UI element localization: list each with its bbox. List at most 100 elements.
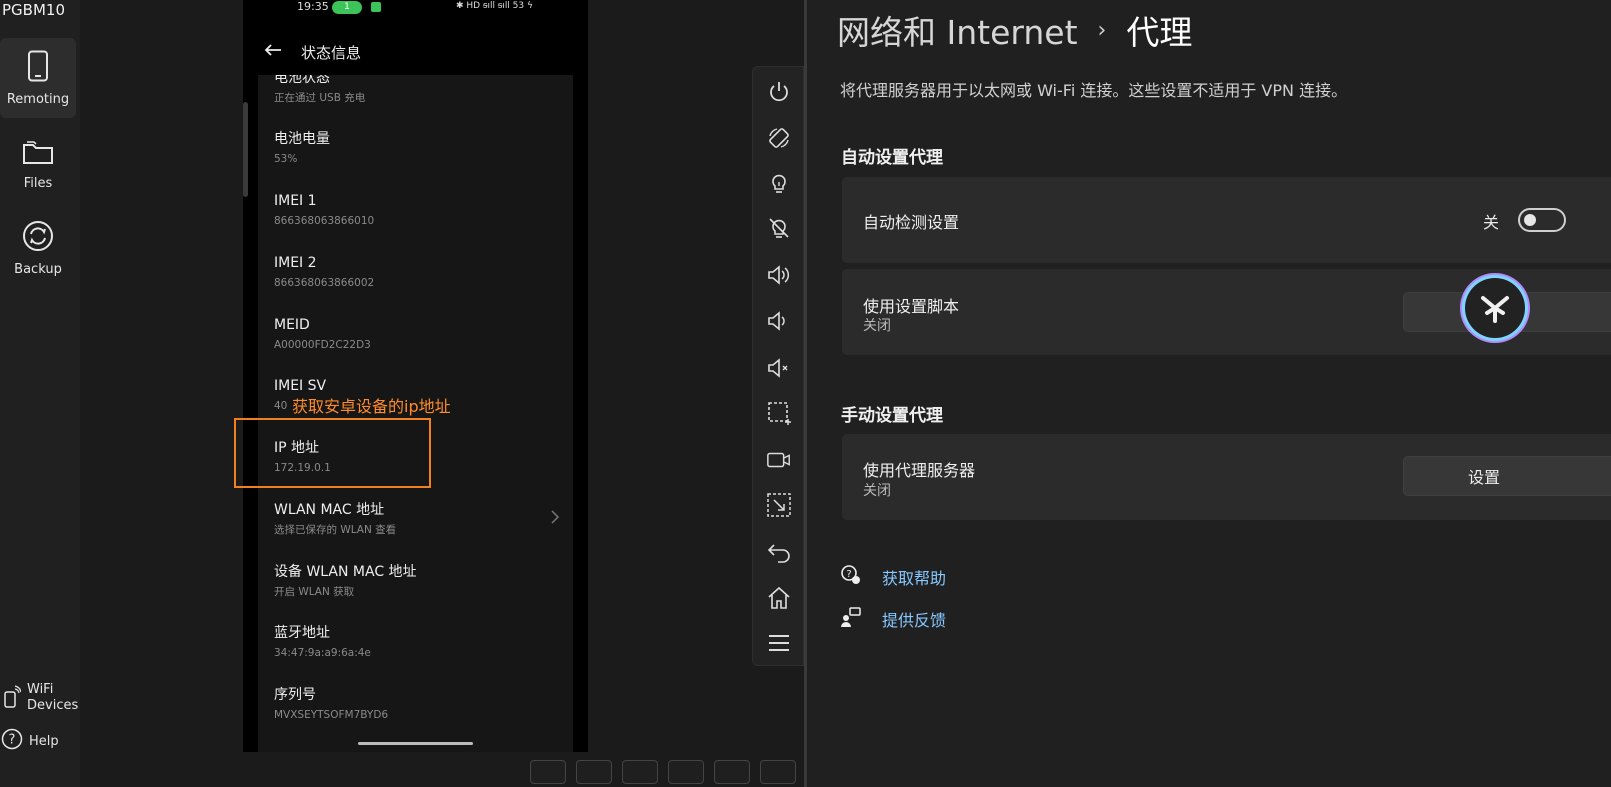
status-right-icons: ✱ HD ᵴıll ᵴıll 53 ϟ bbox=[456, 1, 533, 11]
menu-icon[interactable] bbox=[766, 630, 792, 656]
item-value: 866368063866002 bbox=[274, 277, 375, 289]
volume-down-icon[interactable] bbox=[766, 308, 792, 334]
help-icon: ? bbox=[1, 728, 23, 754]
breadcrumb-parent[interactable]: 网络和 Internet bbox=[837, 6, 1078, 54]
list-item-bluetooth[interactable]: 蓝牙地址 34:47:9a:a9:6a:4e bbox=[274, 623, 371, 660]
phone-header: 状态信息 bbox=[243, 30, 588, 74]
list-item-imei2[interactable]: IMEI 2 866368063866002 bbox=[274, 253, 374, 290]
volume-up-icon[interactable] bbox=[766, 262, 792, 288]
nav-backup-label: Backup bbox=[14, 261, 62, 277]
item-value: 正在通过 USB 充电 bbox=[274, 92, 366, 104]
nav-remoting-label: Remoting bbox=[6, 91, 70, 107]
breadcrumb-separator: › bbox=[1097, 17, 1107, 43]
nav-backup[interactable]: Backup bbox=[0, 208, 76, 288]
feedback-link[interactable]: 提供反馈 bbox=[840, 606, 946, 632]
item-label: 电池状态 bbox=[274, 75, 330, 86]
notification-icon bbox=[371, 2, 381, 12]
item-value: 866368063866010 bbox=[274, 215, 375, 227]
get-help-text[interactable]: 获取帮助 bbox=[882, 565, 946, 589]
taskbar-item[interactable] bbox=[714, 760, 750, 784]
wifi-device-icon bbox=[3, 684, 22, 712]
taskbar-item[interactable] bbox=[576, 760, 612, 784]
folder-icon bbox=[22, 138, 54, 170]
annotation-highlight-box bbox=[234, 418, 431, 488]
feedback-text[interactable]: 提供反馈 bbox=[882, 607, 946, 631]
app-sidebar: PGBM10 Remoting Files Backup WiFi Device… bbox=[0, 0, 80, 787]
item-label: 序列号 bbox=[274, 687, 316, 703]
screenshot-region-icon[interactable] bbox=[766, 400, 792, 426]
power-icon[interactable] bbox=[766, 79, 792, 105]
scrollbar[interactable] bbox=[243, 102, 248, 197]
sync-icon bbox=[22, 220, 54, 256]
device-name: PGBM10 bbox=[2, 1, 65, 19]
nav-help-label: Help bbox=[29, 733, 59, 749]
nav-remoting[interactable]: Remoting bbox=[0, 38, 76, 118]
phone-icon bbox=[27, 50, 49, 86]
item-label: WLAN MAC 地址 bbox=[274, 502, 385, 518]
breadcrumb: 网络和 Internet › 代理 bbox=[837, 6, 1192, 54]
remote-control-toolbar bbox=[752, 66, 804, 666]
page-title: 代理 bbox=[1126, 13, 1193, 52]
rotate-icon[interactable] bbox=[766, 125, 792, 151]
help-chat-icon: ? bbox=[840, 564, 862, 590]
taskbar-item[interactable] bbox=[622, 760, 658, 784]
call-badge: 1 bbox=[332, 1, 362, 14]
nav-wifi-devices[interactable]: WiFi Devices bbox=[0, 682, 80, 714]
devices-label: Devices bbox=[27, 698, 79, 713]
section-title-manual: 手动设置代理 bbox=[841, 406, 943, 426]
list-item-battery-level[interactable]: 电池电量 53% bbox=[274, 129, 330, 166]
resize-region-icon[interactable] bbox=[766, 492, 792, 518]
item-value: MVXSEYTSOFM7BYD6 bbox=[274, 709, 389, 721]
nav-files-label: Files bbox=[23, 175, 53, 191]
section-title-auto: 自动设置代理 bbox=[841, 148, 943, 168]
taskbar-strip bbox=[520, 752, 807, 787]
toggle-state-label: 关 bbox=[1483, 213, 1500, 232]
svg-text:?: ? bbox=[846, 569, 851, 580]
nav-wifi-devices-label: WiFi Devices bbox=[27, 682, 78, 714]
item-label: MEID bbox=[274, 317, 310, 333]
get-help-link[interactable]: ? 获取帮助 bbox=[840, 564, 946, 590]
record-icon[interactable] bbox=[766, 447, 792, 473]
back-icon[interactable] bbox=[766, 539, 792, 565]
floating-app-logo[interactable] bbox=[1465, 278, 1525, 338]
card-auto-detect: 自动检测设置 关 bbox=[842, 177, 1611, 263]
nav-help[interactable]: ? Help bbox=[0, 728, 80, 754]
item-value: 选择已保存的 WLAN 查看 bbox=[274, 524, 397, 536]
home-icon[interactable] bbox=[766, 585, 792, 611]
list-item-imei1[interactable]: IMEI 1 866368063866010 bbox=[274, 191, 374, 228]
card-proxy-server: 使用代理服务器 关闭 设置 bbox=[842, 434, 1611, 520]
proxy-setup-button[interactable]: 设置 bbox=[1403, 456, 1611, 496]
item-value: A00000FD2C22D3 bbox=[274, 339, 371, 351]
setup-script-title: 使用设置脚本 bbox=[863, 297, 960, 316]
light-on-icon[interactable] bbox=[766, 170, 792, 196]
nav-files[interactable]: Files bbox=[0, 124, 76, 204]
item-value: 53% bbox=[274, 153, 298, 165]
toggle-knob bbox=[1524, 214, 1536, 226]
phone-screen[interactable]: 19:35 1 ✱ HD ᵴıll ᵴıll 53 ϟ 状态信息 电池状态 正在… bbox=[243, 0, 588, 752]
item-label: 电池电量 bbox=[274, 131, 330, 147]
wifi-label: WiFi bbox=[27, 682, 54, 697]
light-off-icon[interactable] bbox=[766, 215, 792, 241]
taskbar-item[interactable] bbox=[530, 760, 566, 784]
phone-title: 状态信息 bbox=[301, 43, 362, 62]
list-item-meid[interactable]: MEID A00000FD2C22D3 bbox=[274, 315, 371, 352]
list-item-serial[interactable]: 序列号 MVXSEYTSOFM7BYD6 bbox=[274, 685, 388, 722]
auto-detect-toggle[interactable] bbox=[1518, 208, 1566, 232]
home-indicator[interactable] bbox=[358, 742, 473, 745]
list-item-device-wlan-mac[interactable]: 设备 WLAN MAC 地址 开启 WLAN 获取 bbox=[274, 562, 417, 599]
item-label: IMEI 1 bbox=[274, 193, 317, 209]
proxy-server-title: 使用代理服务器 bbox=[863, 461, 976, 480]
taskbar-item[interactable] bbox=[760, 760, 796, 784]
taskbar-item[interactable] bbox=[668, 760, 704, 784]
mute-icon[interactable] bbox=[766, 355, 792, 381]
status-time: 19:35 bbox=[297, 0, 329, 13]
item-label: IMEI 2 bbox=[274, 255, 317, 271]
list-item-battery-status[interactable]: 电池状态 正在通过 USB 充电 bbox=[274, 75, 365, 105]
list-item-wlan-mac[interactable]: WLAN MAC 地址 选择已保存的 WLAN 查看 bbox=[274, 500, 396, 537]
item-value: 34:47:9a:a9:6a:4e bbox=[274, 647, 371, 659]
item-label: 设备 WLAN MAC 地址 bbox=[274, 564, 417, 580]
setup-script-status: 关闭 bbox=[863, 318, 891, 334]
arrow-left-icon[interactable] bbox=[263, 42, 283, 62]
svg-text:?: ? bbox=[9, 733, 16, 748]
page-description: 将代理服务器用于以太网或 Wi-Fi 连接。这些设置不适用于 VPN 连接。 bbox=[840, 81, 1348, 100]
